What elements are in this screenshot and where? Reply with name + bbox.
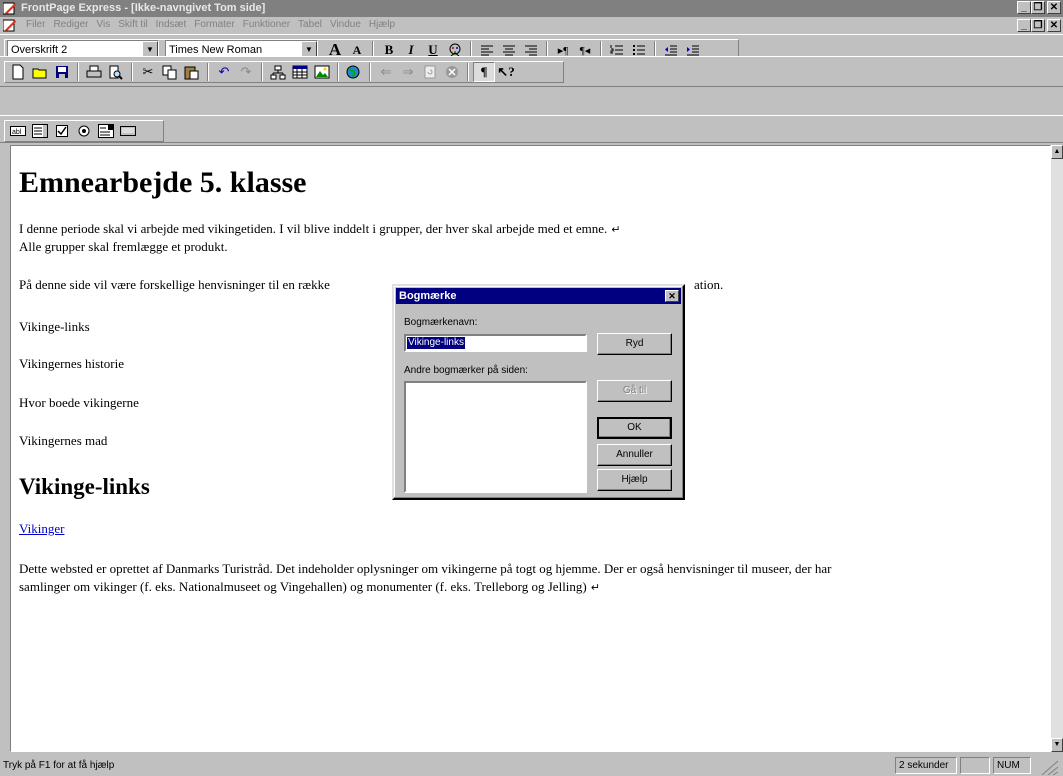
other-bookmarks-list[interactable] xyxy=(404,381,587,493)
vertical-scrollbar[interactable]: ▲ ▼ xyxy=(1051,145,1063,752)
doc-close-button[interactable]: ✕ xyxy=(1047,19,1061,32)
checkbox-field-icon[interactable] xyxy=(51,121,73,141)
menu-bar: Filer Rediger Vis Skift til Indsæt Formater Fu… xyxy=(0,17,1063,34)
menu-item[interactable]: Formater xyxy=(190,19,239,30)
page-heading[interactable]: Emnearbejde 5. klasse xyxy=(19,166,307,200)
load-time-panel: 2 sekunder xyxy=(895,757,957,774)
menu-item[interactable]: Vis xyxy=(92,19,114,30)
separator xyxy=(467,63,469,81)
help-pointer-icon[interactable]: ↖? xyxy=(495,62,517,82)
open-icon[interactable] xyxy=(29,62,51,82)
doc-minimize-button[interactable]: _ xyxy=(1017,19,1031,32)
info-line-left[interactable]: På denne side vil være forskellige henvi… xyxy=(19,276,330,294)
insert-table-icon[interactable] xyxy=(289,62,311,82)
scroll-down-icon[interactable]: ▼ xyxy=(1051,738,1063,752)
doc-restore-button[interactable]: ❐ xyxy=(1031,19,1045,32)
line-break-icon: ↵ xyxy=(611,223,621,236)
dialog-title-bar: Bogmærke ✕ xyxy=(396,288,681,304)
scroll-up-icon[interactable]: ▲ xyxy=(1051,145,1063,159)
copy-icon[interactable] xyxy=(159,62,181,82)
toc-item[interactable]: Vikinge-links xyxy=(19,318,90,336)
menu-item[interactable]: Skift til xyxy=(114,19,151,30)
cut-icon[interactable]: ✂ xyxy=(137,62,159,82)
stop-icon[interactable] xyxy=(441,62,463,82)
textbox-field-icon[interactable]: abl xyxy=(7,121,29,141)
bookmark-name-value: Vikinge-links xyxy=(407,337,465,349)
vikinger-link[interactable]: Vikinger xyxy=(19,520,64,538)
menu-item[interactable]: Indsæt xyxy=(152,19,191,30)
menu-item[interactable]: Funktioner xyxy=(239,19,294,30)
separator xyxy=(77,63,79,81)
minimize-button[interactable]: _ xyxy=(1017,1,1031,14)
push-button-field-icon[interactable] xyxy=(117,121,139,141)
bookmark-name-label: Bogmærkenavn: xyxy=(404,317,478,328)
help-button[interactable]: Hjælp xyxy=(597,469,672,491)
refresh-icon[interactable] xyxy=(419,62,441,82)
description-line-2[interactable]: samlinger om vikinger (f. eks. Nationalm… xyxy=(19,578,600,597)
status-empty-panel xyxy=(960,757,990,774)
menu-item[interactable]: Vindue xyxy=(326,19,365,30)
document-icon[interactable] xyxy=(3,19,17,32)
separator xyxy=(369,63,371,81)
menu-item[interactable]: Filer xyxy=(22,19,49,30)
section-heading[interactable]: Vikinge-links xyxy=(19,474,150,500)
cancel-button[interactable]: Annuller xyxy=(597,444,672,466)
ok-button[interactable]: OK xyxy=(597,417,672,439)
style-value: Overskrift 2 xyxy=(11,44,68,56)
toc-item[interactable]: Hvor boede vikingerne xyxy=(19,394,139,412)
title-bar: FrontPage Express - [Ikke-navngivet Tom … xyxy=(0,0,1063,17)
clear-button[interactable]: Ryd xyxy=(597,333,672,355)
forms-toolbar: abl xyxy=(0,115,1063,143)
menu-item[interactable]: Hjælp xyxy=(365,19,399,30)
info-line-right[interactable]: ation. xyxy=(694,276,723,294)
undo-icon[interactable]: ↶ xyxy=(213,62,235,82)
font-value: Times New Roman xyxy=(169,44,263,56)
show-paragraph-marks-icon[interactable]: ¶ xyxy=(473,62,495,82)
radio-button-field-icon[interactable] xyxy=(73,121,95,141)
svg-text:abl: abl xyxy=(12,129,22,136)
close-button[interactable]: ✕ xyxy=(1047,1,1061,14)
toc-item[interactable]: Vikingernes mad xyxy=(19,432,107,450)
line-break-icon: ↵ xyxy=(590,581,600,594)
back-icon[interactable]: ⇐ xyxy=(375,62,397,82)
dialog-close-icon[interactable]: ✕ xyxy=(665,290,679,302)
hyperlink-icon[interactable] xyxy=(343,62,365,82)
intro-line-1[interactable]: I denne periode skal vi arbejde med viki… xyxy=(19,220,620,239)
status-bar: Tryk på F1 for at få hjælp 2 sekunder NU… xyxy=(0,755,1063,776)
separator xyxy=(131,63,133,81)
num-lock-indicator: NUM xyxy=(993,757,1031,774)
insert-link-icon[interactable] xyxy=(267,62,289,82)
dialog-title: Bogmærke xyxy=(399,290,457,302)
scrolling-textbox-icon[interactable] xyxy=(29,121,51,141)
intro-line-2[interactable]: Alle grupper skal fremlægge et produkt. xyxy=(19,238,228,256)
menu-item[interactable]: Rediger xyxy=(49,19,92,30)
standard-toolbar: ✂ ↶ ↷ ⇐ ⇒ ¶ ↖? xyxy=(0,56,1063,87)
description-line-1[interactable]: Dette websted er oprettet af Danmarks Tu… xyxy=(19,560,831,578)
dropdown-menu-field-icon[interactable] xyxy=(95,121,117,141)
separator xyxy=(337,63,339,81)
new-page-icon[interactable] xyxy=(7,62,29,82)
restore-button[interactable]: ❐ xyxy=(1031,1,1045,14)
save-icon[interactable] xyxy=(51,62,73,82)
frontpage-app-icon[interactable] xyxy=(3,2,17,15)
other-bookmarks-label: Andre bogmærker på siden: xyxy=(404,365,528,376)
insert-image-icon[interactable] xyxy=(311,62,333,82)
resize-grip-icon[interactable] xyxy=(1040,759,1060,775)
window-title: FrontPage Express - [Ikke-navngivet Tom … xyxy=(21,2,266,14)
toc-item[interactable]: Vikingernes historie xyxy=(19,355,124,373)
goto-button[interactable]: Gå til xyxy=(597,380,672,402)
bookmark-name-input[interactable]: Vikinge-links xyxy=(404,334,587,352)
redo-icon[interactable]: ↷ xyxy=(235,62,257,82)
separator xyxy=(261,63,263,81)
separator xyxy=(207,63,209,81)
paste-icon[interactable] xyxy=(181,62,203,82)
print-icon[interactable] xyxy=(83,62,105,82)
bookmark-dialog: Bogmærke ✕ Bogmærkenavn: Vikinge-links A… xyxy=(392,284,685,500)
status-message: Tryk på F1 for at få hjælp xyxy=(3,760,115,771)
menu-item[interactable]: Tabel xyxy=(294,19,326,30)
print-preview-icon[interactable] xyxy=(105,62,127,82)
forward-icon[interactable]: ⇒ xyxy=(397,62,419,82)
